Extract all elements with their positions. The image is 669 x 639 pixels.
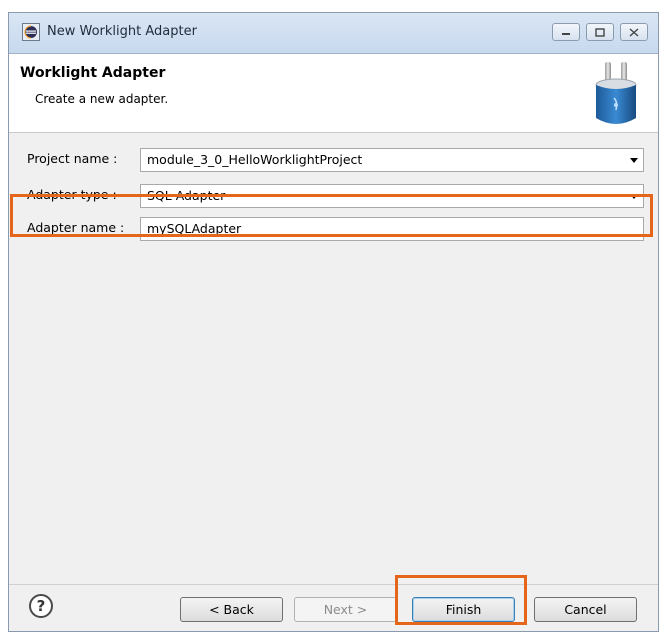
adapter-name-highlight	[10, 194, 653, 237]
eclipse-icon	[22, 23, 40, 41]
cancel-button[interactable]: Cancel	[534, 597, 637, 622]
minimize-icon	[562, 33, 570, 35]
page-title: Worklight Adapter	[20, 65, 166, 81]
back-button[interactable]: < Back	[180, 597, 283, 622]
help-icon[interactable]: ?	[29, 594, 53, 618]
new-adapter-dialog: New Worklight Adapter Worklight Adapter …	[8, 12, 659, 632]
close-icon	[629, 27, 639, 37]
adapter-plug-icon	[595, 62, 637, 124]
maximize-button[interactable]	[586, 23, 614, 41]
chevron-down-icon[interactable]	[630, 158, 638, 163]
title-bar: New Worklight Adapter	[9, 13, 658, 54]
close-button[interactable]	[620, 23, 648, 41]
project-name-select[interactable]: module_3_0_HelloWorklightProject	[140, 148, 644, 172]
button-bar: ? < Back Next > Finish Cancel	[9, 584, 658, 631]
next-button[interactable]: Next >	[294, 597, 397, 622]
window-controls	[552, 23, 648, 41]
wizard-header: Worklight Adapter Create a new adapter.	[9, 54, 658, 133]
window-title: New Worklight Adapter	[47, 24, 197, 39]
maximize-icon	[595, 27, 605, 37]
project-name-row: Project name : module_3_0_HelloWorklight…	[23, 148, 644, 172]
project-name-value: module_3_0_HelloWorklightProject	[147, 152, 363, 167]
finish-button-highlight	[395, 575, 527, 625]
minimize-button[interactable]	[552, 23, 580, 41]
page-description: Create a new adapter.	[35, 92, 169, 106]
project-name-label: Project name :	[27, 151, 118, 166]
